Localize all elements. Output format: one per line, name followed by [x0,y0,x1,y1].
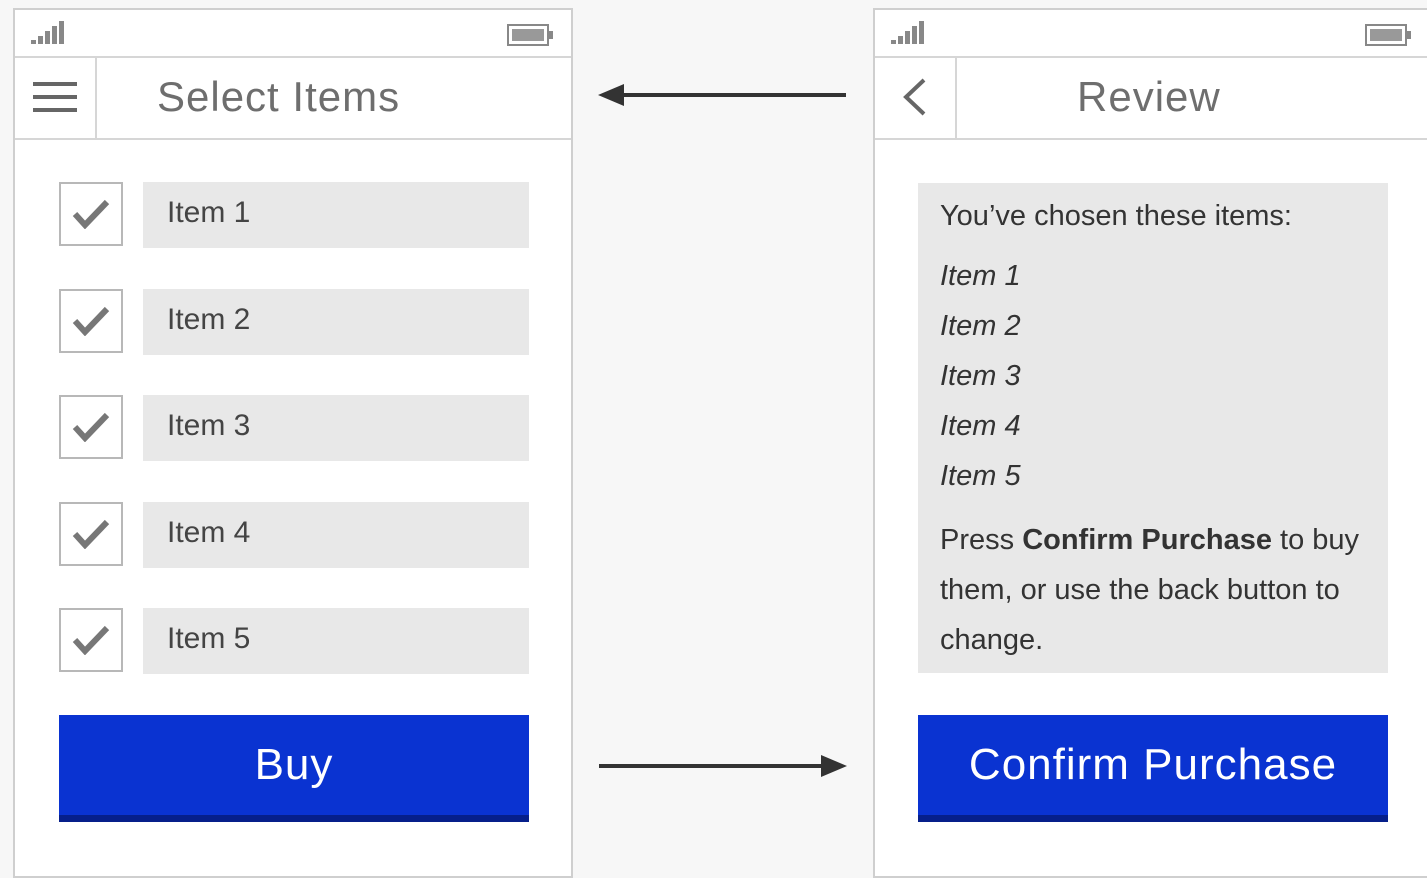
select-items-screen: Select Items Item 1 Item 2 Item 3 Item 4… [13,8,573,878]
nav-bar: Review [875,56,1427,140]
hamburger-menu-icon [33,82,77,112]
back-flow-arrow [598,84,846,106]
page-title: Select Items [157,73,401,120]
review-screen: Review You’ve chosen these items: Item 1… [873,8,1427,878]
checkmark-icon [72,412,110,442]
battery-icon [507,24,553,46]
review-instructions: Press Confirm Purchase to buy them, or u… [940,515,1366,665]
checkmark-icon [72,625,110,655]
confirm-purchase-button[interactable]: Confirm Purchase [918,715,1388,822]
review-item: Item 2 [940,310,1021,342]
instructions-prefix: Press [940,524,1023,556]
review-item: Item 3 [940,360,1021,392]
battery-icon [1365,24,1411,46]
list-item: Item 1 [59,182,529,248]
checkmark-icon [72,519,110,549]
item-checkbox[interactable] [59,289,123,353]
review-intro: You’ve chosen these items: [940,200,1292,232]
item-checkbox[interactable] [59,502,123,566]
menu-button[interactable] [15,56,97,138]
list-item: Item 4 [59,502,529,568]
item-field[interactable]: Item 1 [143,182,529,248]
list-item: Item 5 [59,608,529,674]
instructions-bold: Confirm Purchase [1022,524,1272,556]
item-checkbox[interactable] [59,395,123,459]
checkmark-icon [72,306,110,336]
forward-flow-arrow [599,755,847,777]
signal-icon [891,21,924,44]
item-checkbox[interactable] [59,182,123,246]
buy-button[interactable]: Buy [59,715,529,822]
review-item: Item 5 [940,460,1021,492]
chevron-left-icon [903,78,926,116]
item-field[interactable]: Item 4 [143,502,529,568]
page-title: Review [1077,73,1221,120]
item-field[interactable]: Item 5 [143,608,529,674]
signal-icon [31,21,64,44]
review-item: Item 4 [940,410,1021,442]
status-bar [875,10,1427,58]
item-field[interactable]: Item 2 [143,289,529,355]
list-item: Item 3 [59,395,529,461]
nav-bar: Select Items [15,56,571,140]
back-button[interactable] [875,56,957,138]
review-item: Item 1 [940,260,1021,292]
list-item: Item 2 [59,289,529,355]
status-bar [15,10,571,58]
checkmark-icon [72,199,110,229]
review-item-list: Item 1 Item 2 Item 3 Item 4 Item 5 [940,251,1366,501]
item-field[interactable]: Item 3 [143,395,529,461]
review-summary: You’ve chosen these items: Item 1 Item 2… [918,183,1388,673]
item-checkbox[interactable] [59,608,123,672]
